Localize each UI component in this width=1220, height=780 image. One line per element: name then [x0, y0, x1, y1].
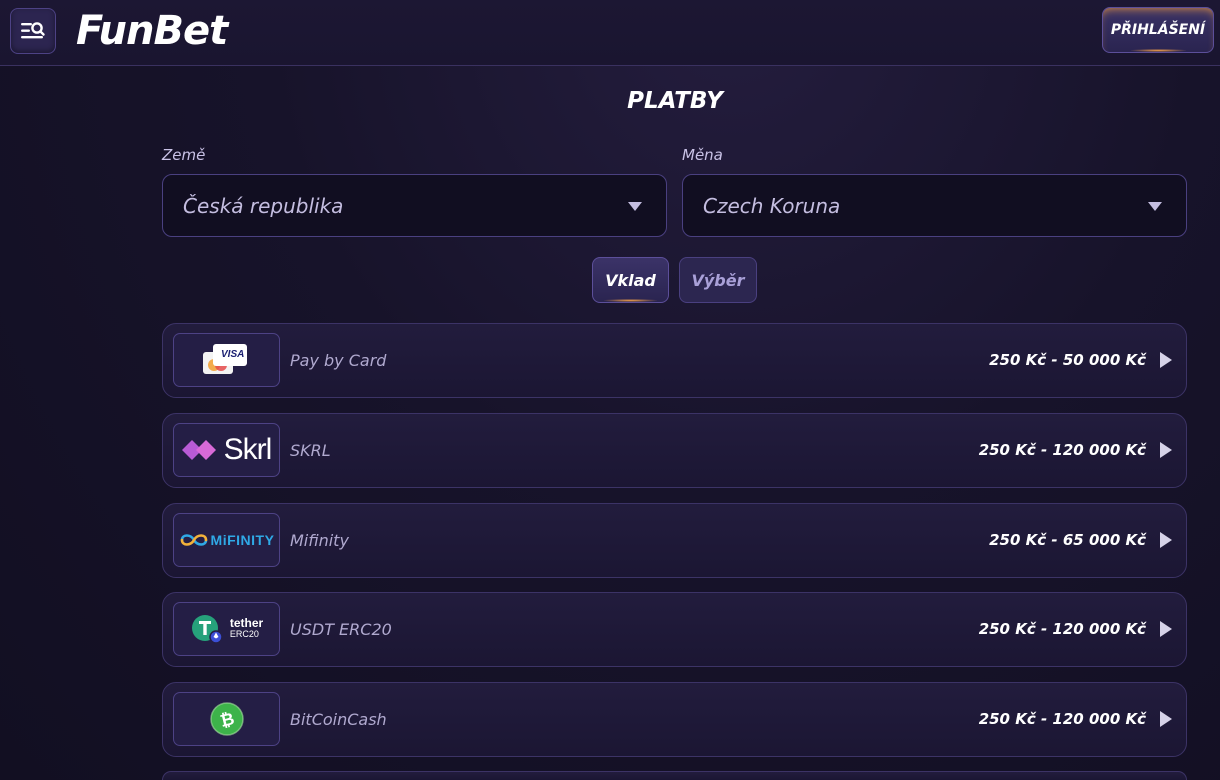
tether-logo-text: tether — [229, 616, 264, 630]
tab-deposit[interactable]: Vklad — [592, 257, 669, 303]
chevron-down-icon — [1148, 202, 1162, 211]
tether-label: tether ERC20 — [229, 616, 264, 640]
chevron-right-icon — [1160, 532, 1172, 548]
currency-select[interactable]: Czech Koruna — [682, 174, 1187, 237]
skrill-logo: Skrl — [173, 423, 280, 477]
method-range: 250 Kč - 65 000 Kč — [989, 531, 1146, 549]
login-button[interactable]: PŘIHLÁŠENÍ — [1102, 7, 1214, 53]
country-select[interactable]: Česká republika — [162, 174, 667, 237]
method-range: 250 Kč - 120 000 Kč — [978, 710, 1146, 728]
visa-text: VISA — [221, 349, 245, 360]
bitcoin-cash-icon: ₿ — [173, 692, 280, 746]
tether-icon — [191, 615, 223, 644]
infinity-icon — [180, 534, 207, 546]
mifinity-logo-text: MiFINITY — [210, 532, 275, 548]
chevron-right-icon — [1160, 352, 1172, 368]
method-name: BitCoinCash — [290, 710, 387, 729]
diamond-icon — [181, 440, 216, 460]
page-title: PLATBY — [627, 88, 723, 114]
tab-withdraw[interactable]: Výběr — [679, 257, 757, 303]
currency-label: Měna — [682, 146, 723, 164]
method-name: Pay by Card — [290, 351, 387, 370]
tether-network-text: ERC20 — [229, 629, 259, 639]
method-name: SKRL — [290, 441, 331, 460]
method-name: Mifinity — [290, 531, 349, 550]
method-range: 250 Kč - 120 000 Kč — [978, 620, 1146, 638]
country-select-value: Česká republika — [183, 193, 344, 218]
card-visa-icon: VISA — [173, 333, 280, 387]
method-range: 250 Kč - 120 000 Kč — [978, 441, 1146, 459]
payment-method-row[interactable]: Skrl SKRL 250 Kč - 120 000 Kč — [162, 413, 1187, 488]
payment-method-row[interactable]: VISA Pay by Card 250 Kč - 50 000 Kč — [162, 323, 1187, 398]
chevron-down-icon — [628, 202, 642, 211]
currency-select-value: Czech Koruna — [703, 193, 841, 218]
method-name: USDT ERC20 — [290, 620, 392, 639]
chevron-right-icon — [1160, 711, 1172, 727]
method-range: 250 Kč - 50 000 Kč — [989, 351, 1146, 369]
country-label: Země — [162, 146, 206, 164]
menu-search-icon — [21, 22, 45, 39]
tether-logo: tether ERC20 — [173, 602, 280, 656]
payment-method-row[interactable]: MiFINITY Mifinity 250 Kč - 65 000 Kč — [162, 503, 1187, 578]
mifinity-logo: MiFINITY — [173, 513, 280, 567]
payment-method-row[interactable]: ₿ BitCoinCash 250 Kč - 120 000 Kč — [162, 682, 1187, 757]
funbet-logo[interactable]: FunBet — [76, 8, 228, 54]
skrill-logo-text: Skrl — [223, 433, 273, 466]
chevron-right-icon — [1160, 442, 1172, 458]
payment-method-row[interactable]: tether ERC20 USDT ERC20 250 Kč - 120 000… — [162, 592, 1187, 667]
payment-method-row[interactable] — [162, 771, 1187, 780]
menu-search-button[interactable] — [10, 8, 56, 54]
chevron-right-icon — [1160, 621, 1172, 637]
top-bar: FunBet PŘIHLÁŠENÍ — [0, 0, 1220, 66]
